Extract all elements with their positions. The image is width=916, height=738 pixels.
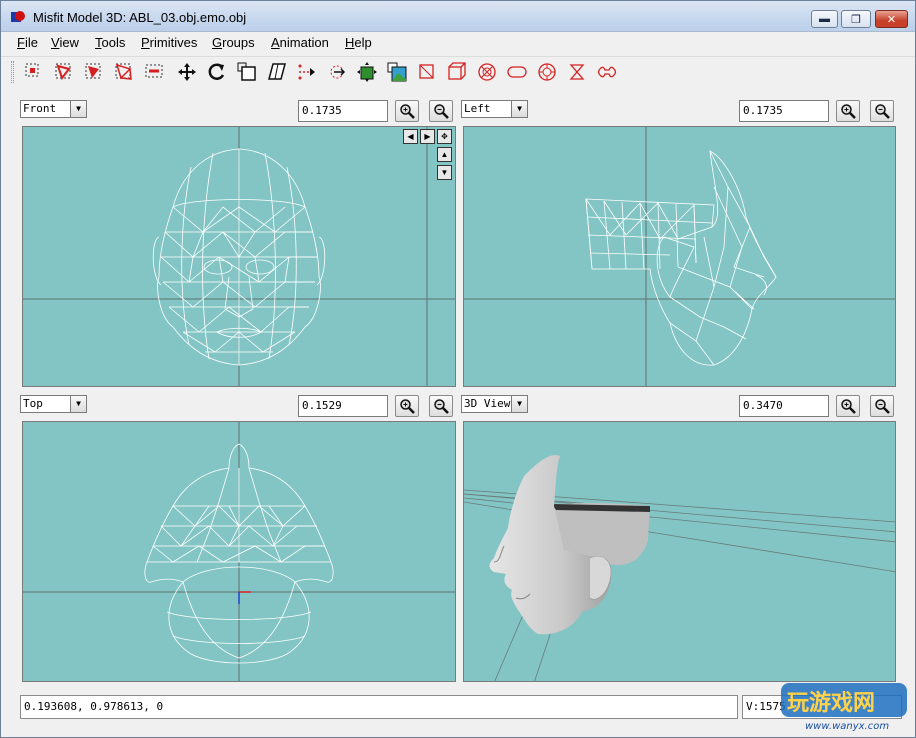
zoom-in-icon (400, 399, 415, 414)
3d-zoom-out-button[interactable] (870, 395, 894, 417)
misfit-app-icon (11, 11, 25, 22)
front-zoom-in-button[interactable] (395, 100, 419, 122)
nav-pan-button[interactable]: ✥ (437, 129, 452, 144)
chevron-down-icon: ▼ (511, 396, 527, 412)
new-cube-icon[interactable] (476, 61, 498, 83)
watermark-url: www.wanyx.com (805, 721, 889, 732)
select-connected-icon[interactable] (83, 61, 105, 83)
chevron-down-icon: ▼ (70, 101, 86, 117)
new-joint-icon[interactable] (596, 61, 618, 83)
texture-icon[interactable] (386, 61, 408, 83)
zoom-out-icon (434, 399, 449, 414)
top-zoom-out-button[interactable] (429, 395, 453, 417)
top-viewport[interactable] (22, 421, 456, 682)
status-coordinates: 0.193608, 0.978613, 0 (20, 695, 738, 719)
nav-right-button[interactable]: ▶ (420, 129, 435, 144)
front-wireframe (23, 127, 455, 386)
left-zoom-in-button[interactable] (836, 100, 860, 122)
close-button[interactable]: ✕ (875, 10, 908, 28)
select-vertices-icon[interactable] (23, 61, 45, 83)
zoom-in-icon (841, 104, 856, 119)
menu-primitives[interactable]: Primitives (141, 35, 197, 50)
attract-icon[interactable] (326, 61, 348, 83)
zoom-out-icon (875, 399, 890, 414)
tool-bar (1, 56, 915, 86)
zoom-out-icon (875, 104, 890, 119)
rotate-icon[interactable] (206, 61, 228, 83)
left-view-select[interactable]: Left ▼ (461, 100, 528, 118)
extrude-icon[interactable] (296, 61, 318, 83)
zoom-out-icon (434, 104, 449, 119)
front-zoom-out-button[interactable] (429, 100, 453, 122)
menu-bar: File View Tools Primitives Groups Animat… (1, 32, 915, 54)
3d-viewport[interactable] (463, 421, 896, 682)
top-zoom-in-button[interactable] (395, 395, 419, 417)
front-zoom-field[interactable]: 0.1735 (298, 100, 388, 122)
move-icon[interactable] (176, 61, 198, 83)
zoom-in-icon (841, 399, 856, 414)
left-zoom-field[interactable]: 0.1735 (739, 100, 829, 122)
new-triangle-icon[interactable] (446, 61, 468, 83)
chevron-down-icon: ▼ (511, 101, 527, 117)
top-viewport-header: Top ▼ 0.1529 (20, 395, 456, 419)
toolbar-grip[interactable] (11, 61, 14, 83)
3d-viewport-header: 3D View ▼ 0.3470 (461, 395, 897, 419)
minimize-button[interactable]: ▬ (811, 10, 838, 28)
title-bar[interactable]: Misfit Model 3D: ABL_03.obj.emo.obj ▬ ❐ … (1, 1, 915, 32)
front-viewport[interactable]: ◀ ▶ ✥ ▲ ▼ (22, 126, 456, 387)
menu-help[interactable]: Help (345, 35, 372, 50)
nav-down-button[interactable]: ▼ (437, 165, 452, 180)
left-zoom-out-button[interactable] (870, 100, 894, 122)
3d-zoom-field[interactable]: 0.3470 (739, 395, 829, 417)
3d-render (464, 455, 895, 681)
chevron-down-icon: ▼ (70, 396, 86, 412)
top-zoom-field[interactable]: 0.1529 (298, 395, 388, 417)
window-title: Misfit Model 3D: ABL_03.obj.emo.obj (33, 10, 247, 25)
drag-vertex-icon[interactable] (356, 61, 378, 83)
watermark-text: 玩游戏网 (787, 690, 875, 716)
menu-animation[interactable]: Animation (271, 35, 329, 50)
select-faces-icon[interactable] (53, 61, 75, 83)
select-bones-icon[interactable] (143, 61, 165, 83)
left-viewport-header: Left ▼ 0.1735 (461, 100, 897, 124)
new-cylinder-icon[interactable] (536, 61, 558, 83)
menu-file[interactable]: File (17, 35, 38, 50)
left-wireframe (464, 127, 895, 386)
front-view-select[interactable]: Front ▼ (20, 100, 87, 118)
scale-icon[interactable] (236, 61, 258, 83)
menu-view[interactable]: View (51, 35, 79, 50)
watermark-logo: 玩游戏网 www.wanyx.com (781, 683, 907, 732)
nav-left-button[interactable]: ◀ (403, 129, 418, 144)
front-viewport-header: Front ▼ 0.1735 (20, 100, 456, 124)
new-vertex-icon[interactable] (416, 61, 438, 83)
left-viewport[interactable] (463, 126, 896, 387)
3d-zoom-in-button[interactable] (836, 395, 860, 417)
new-sphere-icon[interactable] (506, 61, 528, 83)
top-view-select[interactable]: Top ▼ (20, 395, 87, 413)
top-wireframe (23, 422, 455, 681)
maximize-button[interactable]: ❐ (841, 10, 871, 28)
nav-up-button[interactable]: ▲ (437, 147, 452, 162)
menu-groups[interactable]: Groups (212, 35, 255, 50)
3d-view-select[interactable]: 3D View ▼ (461, 395, 528, 413)
app-window: Misfit Model 3D: ABL_03.obj.emo.obj ▬ ❐ … (0, 0, 916, 738)
zoom-in-icon (400, 104, 415, 119)
menu-tools[interactable]: Tools (95, 35, 125, 50)
new-torus-icon[interactable] (566, 61, 588, 83)
shear-icon[interactable] (266, 61, 288, 83)
select-groups-icon[interactable] (113, 61, 135, 83)
